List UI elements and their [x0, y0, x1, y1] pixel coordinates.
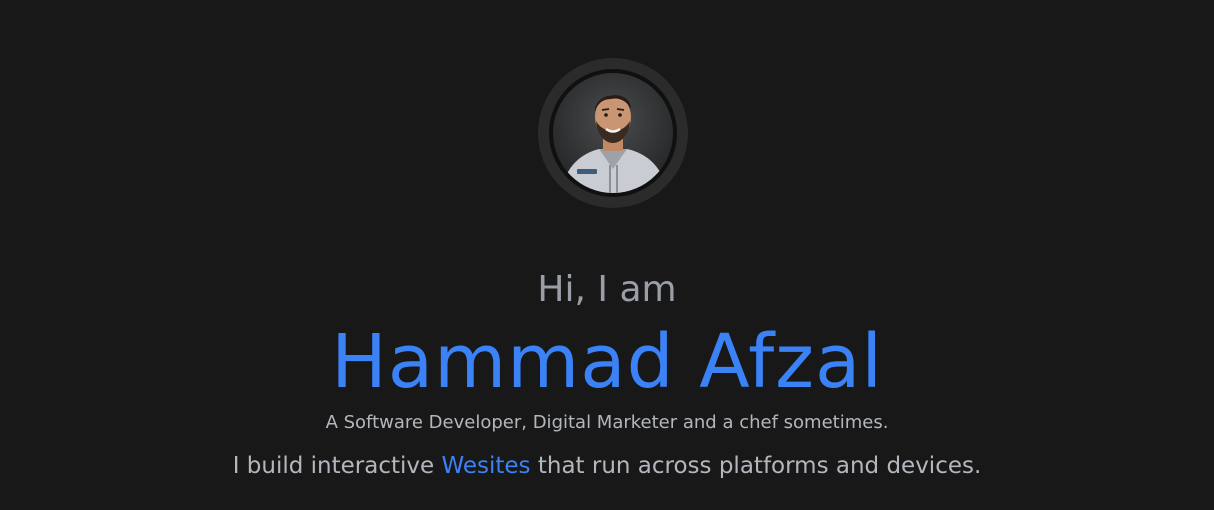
avatar-photo: [553, 73, 673, 193]
greeting-text: Hi, I am: [537, 269, 677, 310]
tagline-highlight: Wesites: [441, 453, 531, 479]
hero-section: Hi, I am Hammad Afzal A Software Develop…: [0, 0, 1214, 510]
avatar: [538, 58, 688, 208]
tagline-suffix: that run across platforms and devices.: [530, 453, 982, 479]
avatar-frame: [549, 69, 677, 197]
hero-subtitle: A Software Developer, Digital Marketer a…: [325, 412, 889, 433]
hero-tagline: I build interactive Wesites that run acr…: [0, 450, 1214, 482]
hero-name-heading: Hammad Afzal: [331, 319, 883, 405]
profile-photo-image: [553, 73, 673, 193]
tagline-prefix: I build interactive: [232, 453, 442, 479]
